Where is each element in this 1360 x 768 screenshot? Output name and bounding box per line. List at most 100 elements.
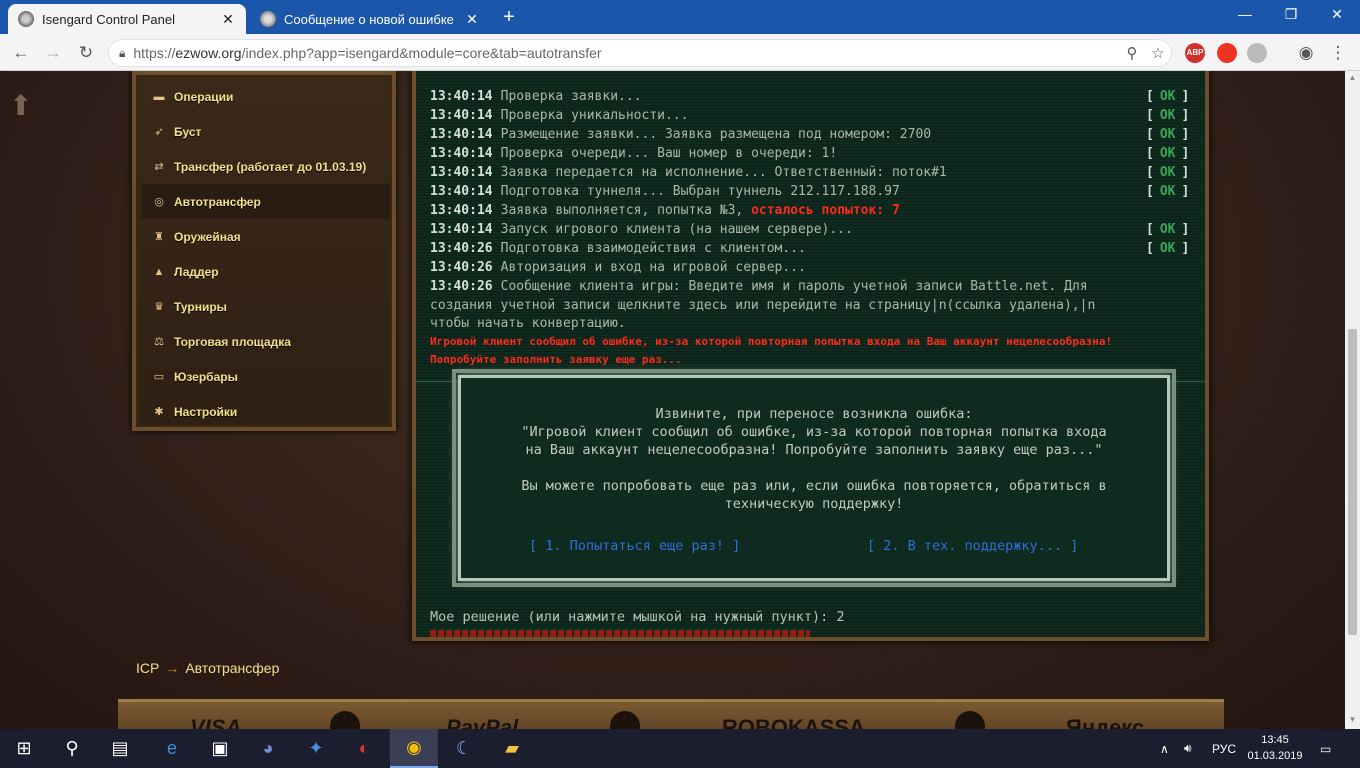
wot-launcher-icon[interactable]: ◐ (340, 729, 388, 768)
file-explorer-icon[interactable]: ▰ (488, 729, 536, 768)
forward-icon[interactable]: → (42, 42, 64, 64)
extension-vpn-icon[interactable] (1247, 43, 1267, 63)
app-moon-icon[interactable]: ☾ (440, 729, 488, 768)
sidebar-item[interactable]: ♛ Турниры (142, 289, 390, 324)
notifications-icon[interactable]: ▭ (1320, 729, 1331, 768)
restore-icon[interactable]: ❐ (1276, 6, 1306, 23)
input-language[interactable]: РУС (1212, 729, 1236, 768)
sidebar-item[interactable]: ♜ Оружейная (142, 219, 390, 254)
support-option-link[interactable]: [ 2. В тех. поддержку... ] (867, 538, 1078, 554)
armory-icon: ♜ (154, 230, 164, 243)
zoom-search-icon[interactable]: ⚲ (1119, 44, 1145, 62)
console-log-line: 13:40:14 Проверка уникальности... (430, 108, 688, 123)
back-icon[interactable]: ← (10, 42, 32, 64)
log-timestamp: 13:40:14 (430, 146, 493, 161)
bracket-close: ] (1181, 146, 1190, 161)
site-favicon-icon (260, 11, 276, 27)
adblock-extension-icon[interactable]: ABP (1185, 43, 1205, 63)
log-timestamp: 13:40:14 (430, 127, 493, 142)
task-view-icon[interactable]: ▤ (96, 729, 144, 768)
sidebar-item-label: Юзербары (174, 369, 238, 384)
clock-date: 01.03.2019 (1247, 750, 1303, 762)
bracket-open: [ (1146, 146, 1154, 161)
sidebar-item-label: Автотрансфер (174, 194, 261, 209)
bracket-open: [ (1146, 241, 1154, 256)
account-icon[interactable]: ◉ (1295, 42, 1317, 64)
tab-error-report[interactable]: Сообщение о новой ошибке ✕ (250, 4, 490, 34)
console-log-line: 13:40:26 Авторизация и вход на игровой се… (430, 260, 806, 275)
scroll-up-icon[interactable]: ▲ (1345, 73, 1360, 82)
ok-label: OK (1159, 165, 1176, 180)
sidebar-item-label: Операции (174, 89, 234, 104)
sidebar-item[interactable]: ➶ Буст (142, 114, 390, 149)
menu-dots-icon[interactable]: ⋮ (1327, 42, 1349, 64)
bracket-open: [ (1146, 165, 1154, 180)
tab-isengard-control-panel[interactable]: Isengard Control Panel ✕ (8, 4, 246, 34)
tab-title: Сообщение о новой ошибке (284, 11, 454, 27)
address-bar[interactable]: 🔒︎ https://ezwow.org/index.php?app=iseng… (108, 39, 1172, 67)
ok-label: OK (1159, 108, 1176, 123)
breadcrumb-root-link[interactable]: ICP (136, 660, 159, 676)
ok-status-badge: [OK] (1146, 146, 1189, 161)
scales-icon: ⚖ (154, 335, 164, 348)
system-clock[interactable]: 13:45 01.03.2019 (1240, 732, 1310, 764)
sidebar-item[interactable]: ⇄ Трансфер (работает до 01.03.19) (142, 149, 390, 184)
log-timestamp: 13:40:26 (430, 241, 493, 256)
sidebar-item-label: Трансфер (работает до 01.03.19) (174, 159, 367, 174)
log-message: Проверка заявки... (500, 89, 642, 104)
log-timestamp: 13:40:26 (430, 260, 493, 275)
chrome-taskbar-icon[interactable]: ◉ (390, 729, 438, 768)
sidebar-item[interactable]: ▲ Ладдер (142, 254, 390, 289)
extension-shield-icon[interactable] (1217, 43, 1237, 63)
minimize-icon[interactable]: — (1230, 6, 1260, 22)
console-log-line: 13:40:14 Размещение заявки... Заявка разм… (430, 127, 931, 142)
battlenet-icon[interactable]: ✦ (292, 729, 340, 768)
console-log-continuation: создания учетной записи щелкните здесь и… (430, 298, 1096, 313)
close-tab-icon[interactable]: ✕ (220, 11, 236, 28)
close-tab-icon[interactable]: ✕ (464, 11, 480, 28)
console-error-line: Игровой клиент сообщил об ошибке, из-за … (430, 335, 1113, 348)
log-message: Подготовка туннеля... Выбран туннель 212… (500, 184, 900, 199)
volume-icon[interactable]: 🔊︎ (1184, 729, 1192, 768)
operations-icon: ▬ (153, 90, 165, 103)
ok-status-badge: [OK] (1146, 89, 1189, 104)
sidebar-item-label: Турниры (174, 299, 227, 314)
search-icon[interactable]: ⚲ (48, 729, 96, 768)
sidebar-item[interactable]: ▬ Операции (142, 79, 390, 114)
ok-status-badge: [OK] (1146, 241, 1189, 256)
new-tab-button[interactable]: + (498, 6, 520, 29)
log-message: Подготовка взаимодействия с клиентом... (500, 241, 806, 256)
page-content: ⬆ ▬ Операции ➶ Буст ⇄ Трансфер (работает до 0… (0, 71, 1345, 729)
decision-prompt: Мое решение (или нажмите мышкой на нужны… (430, 609, 845, 625)
scroll-top-arrow-icon[interactable]: ⬆ (9, 89, 32, 122)
ok-status-badge: [OK] (1146, 108, 1189, 123)
robokassa-logo: ROBOKASSA (722, 715, 866, 729)
console-log-line: 13:40:26 Подготовка взаимодействия с клие… (430, 241, 806, 256)
ok-status-badge: [OK] (1146, 165, 1189, 180)
discord-icon[interactable]: ◕ (244, 729, 292, 768)
reload-icon[interactable]: ↻ (75, 42, 97, 64)
sidebar-item[interactable]: ▭ Юзербары (142, 359, 390, 394)
windows-start-icon[interactable]: ⊞ (0, 729, 48, 768)
retry-option-link[interactable]: [ 1. Попытаться еще раз! ] (529, 538, 740, 554)
window-close-icon[interactable]: ✕ (1322, 6, 1352, 23)
log-message: Запуск игрового клиента (на нашем сервер… (500, 222, 853, 237)
url-text: https://ezwow.org/index.php?app=isengard… (133, 45, 602, 61)
tab-title: Isengard Control Panel (42, 11, 175, 27)
tray-chevron-icon[interactable]: ∧ (1160, 729, 1169, 768)
scroll-down-icon[interactable]: ▼ (1345, 715, 1360, 724)
log-message: Сообщение клиента игры: Введите имя и па… (500, 279, 1088, 294)
sidebar-item[interactable]: ⚖ Торговая площадка (142, 324, 390, 359)
log-message: Заявка выполняется, попытка №3, (500, 203, 752, 218)
bookmark-star-icon[interactable]: ☆ (1145, 44, 1171, 62)
page-scrollbar[interactable]: ▲ ▼ (1345, 71, 1360, 729)
sidebar-item[interactable]: ◎ Автотрансфер (142, 184, 390, 219)
edge-browser-icon[interactable]: e (148, 729, 196, 768)
scrollbar-thumb[interactable] (1348, 329, 1357, 635)
bracket-open: [ (1146, 127, 1154, 142)
photos-app-icon[interactable]: ▣ (196, 729, 244, 768)
sidebar-item[interactable]: ✱ Настройки (142, 394, 390, 429)
ok-status-badge: [OK] (1146, 222, 1189, 237)
attempts-left-warning: осталось попыток: 7 (751, 203, 900, 218)
ok-label: OK (1159, 241, 1176, 256)
